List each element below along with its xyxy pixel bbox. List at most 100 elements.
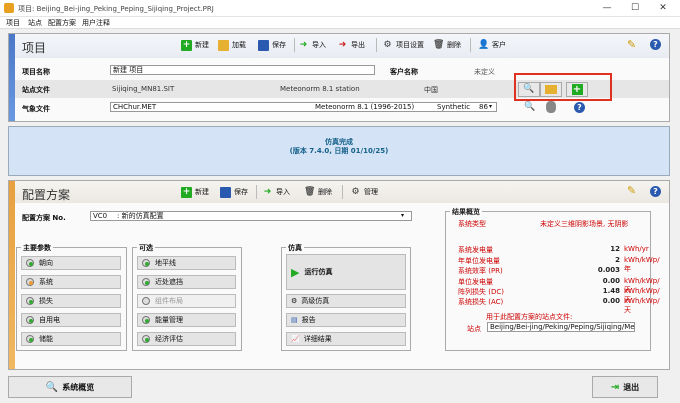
project-import-button[interactable]: ➜ 导入 [298, 37, 326, 53]
site-note: 用于此配置方案的站点文件: [486, 313, 573, 321]
help-icon[interactable]: ? [650, 186, 661, 197]
save-icon [220, 186, 231, 198]
near-shading-button[interactable]: 近处遮挡 [137, 275, 236, 289]
exit-label: 退出 [623, 382, 640, 392]
project-name-input[interactable]: 新建 项目 [110, 65, 375, 75]
result-key: 系统损失 (AC) [458, 298, 504, 306]
trash-icon: 🗑 [304, 186, 316, 197]
exit-button[interactable]: ⇥ 退出 [592, 376, 658, 398]
main-params-title: 主要参数 [21, 243, 53, 253]
toolbar-separator [256, 185, 257, 199]
trash-icon: 🗑 [433, 39, 445, 50]
plus-icon: + [181, 186, 192, 198]
result-value: 0.00 [602, 277, 620, 285]
results-title: 结果概览 [450, 207, 482, 217]
meteo-file-select[interactable]: CHChur.MET Meteonorm 8.1 (1996-2015) Syn… [110, 102, 497, 112]
variant-manage-button[interactable]: ⚙ 管理 [350, 184, 378, 200]
pencil-icon[interactable]: ✎ [627, 184, 636, 197]
system-label: 系统 [39, 278, 53, 286]
project-delete-button[interactable]: 🗑 删除 [433, 37, 461, 53]
report-label: 报告 [301, 316, 316, 324]
result-key: 单位发电量 [458, 278, 493, 286]
toolbar-separator [376, 38, 377, 52]
losses-button[interactable]: 损失 [21, 294, 121, 308]
system-type-value: 未定义三维阴影场景, 无阴影 [540, 220, 629, 228]
energy-management-button[interactable]: 能量管理 [137, 313, 236, 327]
losses-label: 损失 [39, 297, 53, 305]
minimize-button[interactable]: — [598, 2, 616, 15]
advanced-simulation-button[interactable]: ⚙ 高级仿真 [286, 294, 406, 308]
variant-import-button[interactable]: ➜ 导入 [262, 184, 290, 200]
project-settings-label: 项目设置 [396, 41, 424, 49]
economic-evaluation-button[interactable]: 经济评估 [137, 332, 236, 346]
title-bar: 项目: Beijing_Bei-jing_Peking_Peping_Sijiq… [0, 0, 680, 17]
chevron-down-icon: ▾ [401, 212, 405, 219]
report-button[interactable]: ▤ 报告 [286, 313, 406, 327]
site-source: Meteonorm 8.1 station [280, 85, 360, 93]
project-load-button[interactable]: 加载 [218, 37, 246, 53]
result-unit: kWh/kWp/天 [624, 297, 660, 314]
simulation-title: 仿真 [286, 243, 304, 253]
variant-select[interactable]: VC0 : 新的仿真配置 ▾ [90, 211, 412, 221]
module-layout-button[interactable]: 组件布局 [137, 294, 236, 308]
menu-site[interactable]: 站点 [28, 18, 42, 28]
variant-new-button[interactable]: + 新建 [181, 184, 209, 200]
magnifier-icon: 🔍 [45, 381, 59, 393]
client-name-value: 未定义 [474, 68, 495, 76]
near-shading-label: 近处遮挡 [155, 278, 183, 286]
status-dot-icon [142, 335, 150, 343]
project-client-button[interactable]: 👤 客户 [478, 37, 506, 53]
maximize-button[interactable]: ☐ [626, 2, 644, 15]
project-export-button[interactable]: ➜ 导出 [337, 37, 365, 53]
toolbar-separator [470, 38, 471, 52]
gear-icon: ⚙ [351, 186, 360, 197]
close-button[interactable]: ✕ [654, 2, 672, 15]
menu-project[interactable]: 项目 [6, 18, 20, 28]
run-simulation-button[interactable]: ▶ 运行仿真 [286, 254, 406, 290]
optional-title: 可选 [137, 243, 155, 253]
results-site-field[interactable]: Beijing/Bei-jing/Peking/Peping/Sijiqing/… [487, 322, 635, 332]
export-icon: ➜ [338, 39, 347, 50]
menu-notes[interactable]: 用户注释 [82, 18, 110, 28]
project-save-button[interactable]: 保存 [258, 37, 286, 53]
meteo-file-label: 气象文件 [22, 105, 50, 113]
system-button[interactable]: 系统 [21, 275, 121, 289]
plus-icon: + [181, 39, 192, 51]
chevron-down-icon: ▾ [489, 103, 493, 110]
database-icon[interactable] [546, 101, 556, 113]
folder-icon [218, 39, 229, 51]
variant-save-label: 保存 [234, 188, 248, 196]
variant-save-button[interactable]: 保存 [220, 184, 248, 200]
orientation-button[interactable]: 朝向 [21, 256, 121, 270]
self-consumption-button[interactable]: 自用电 [21, 313, 121, 327]
status-dot-icon [26, 297, 34, 305]
gear-icon: ⚙ [383, 39, 392, 50]
storage-label: 储能 [39, 335, 53, 343]
result-value: 0.003 [597, 266, 620, 274]
result-value: 0.00 [602, 297, 620, 305]
result-unit: kWh/kWp/年 [624, 256, 660, 273]
play-icon: ▶ [291, 265, 300, 279]
status-dot-icon [142, 259, 150, 267]
menu-variant[interactable]: 配置方案 [48, 18, 76, 28]
detailed-results-label: 详细结果 [303, 335, 332, 343]
app-icon [4, 3, 14, 13]
project-new-button[interactable]: + 新建 [181, 37, 209, 53]
status-dot-icon [142, 316, 150, 324]
detailed-results-button[interactable]: 📈 详细结果 [286, 332, 406, 346]
storage-button[interactable]: 储能 [21, 332, 121, 346]
status-dot-icon [26, 316, 34, 324]
meteo-search-icon[interactable]: 🔍 [524, 102, 535, 112]
meteo-help-icon[interactable]: ? [574, 102, 585, 113]
pencil-icon[interactable]: ✎ [627, 38, 636, 51]
energy-management-label: 能量管理 [155, 316, 183, 324]
project-import-label: 导入 [312, 41, 326, 49]
help-icon[interactable]: ? [650, 39, 661, 50]
variant-section-title: 配置方案 [22, 188, 71, 202]
project-delete-label: 删除 [447, 41, 461, 49]
variant-delete-button[interactable]: 🗑 删除 [304, 184, 332, 200]
horizon-button[interactable]: 地平线 [137, 256, 236, 270]
project-name-label: 项目名称 [22, 68, 50, 76]
system-overview-button[interactable]: 🔍 系统概览 [8, 376, 132, 398]
project-settings-button[interactable]: ⚙ 项目设置 [382, 37, 424, 53]
